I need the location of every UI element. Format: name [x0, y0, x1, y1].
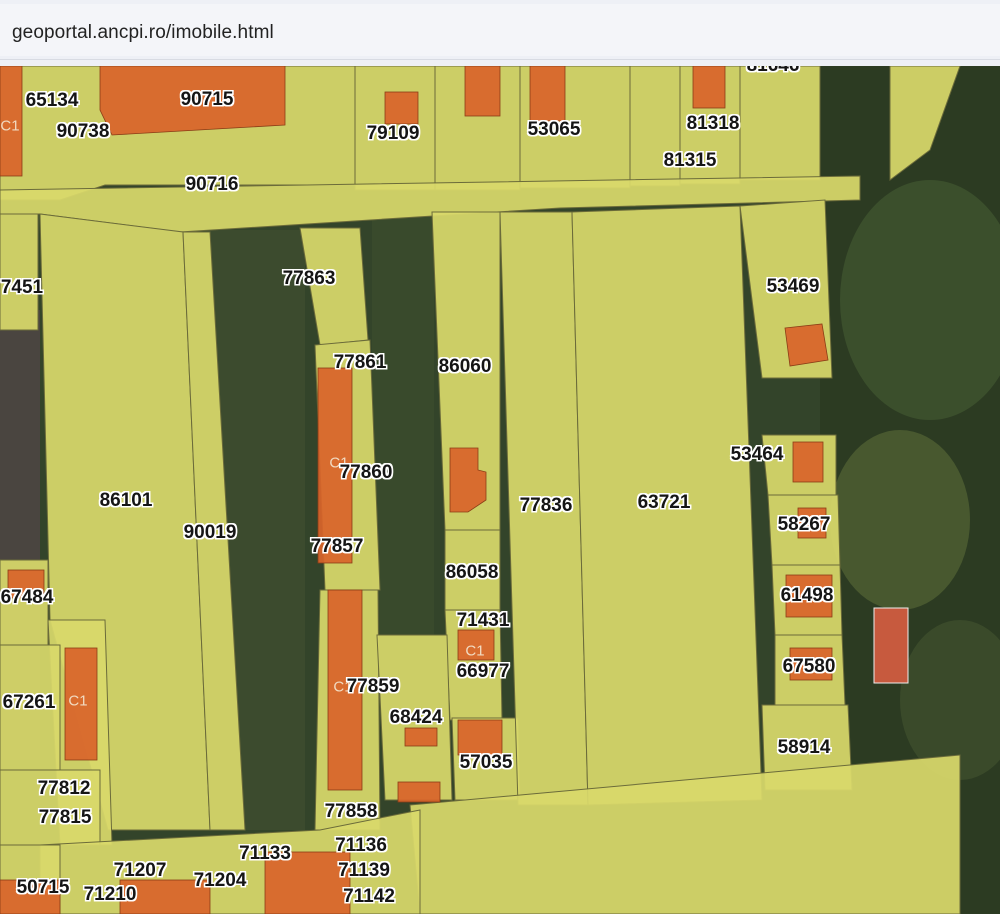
building-tag: C1 — [68, 692, 88, 710]
browser-address-bar: geoportal.ancpi.ro/imobile.html — [0, 0, 1000, 60]
parcel-label[interactable]: 81315 — [664, 150, 717, 172]
parcel-label[interactable]: 71431 — [457, 610, 510, 632]
parcel-label[interactable]: 71142 — [343, 886, 395, 908]
parcel-label[interactable]: 86058 — [446, 562, 499, 584]
parcel-label[interactable]: 86060 — [439, 356, 492, 378]
building-tag: C1 — [465, 642, 485, 660]
parcel-label[interactable]: 7451 — [1, 277, 43, 299]
parcel-label[interactable]: 67261 — [3, 692, 56, 714]
parcel-label[interactable]: 81646 — [747, 66, 800, 77]
parcel-label[interactable]: 86101 — [100, 490, 153, 512]
parcel-label[interactable]: 57035 — [460, 752, 513, 774]
parcel-label[interactable]: 77812 — [38, 778, 91, 800]
url-field[interactable]: geoportal.ancpi.ro/imobile.html — [0, 4, 1000, 56]
parcel-label[interactable]: 77863 — [283, 268, 336, 290]
parcel-label[interactable]: 53065 — [528, 119, 581, 141]
parcel-label[interactable]: 71133 — [239, 843, 291, 865]
parcel-label[interactable]: 58914 — [778, 737, 831, 759]
parcel-label[interactable]: 81318 — [687, 113, 740, 135]
parcel-label[interactable]: 79109 — [367, 123, 420, 145]
parcel-label[interactable]: 53464 — [731, 444, 784, 466]
parcel-label[interactable]: 90019 — [184, 522, 237, 544]
parcel-label[interactable]: 71136 — [335, 835, 387, 857]
parcel-label[interactable]: 50715 — [17, 877, 70, 899]
cadastral-map[interactable]: C1 C1 C1 C1 C1 65134 90715 90738 79109 5… — [0, 66, 1000, 914]
parcel-label[interactable]: 90738 — [57, 121, 110, 143]
parcel-label[interactable]: 90715 — [181, 89, 234, 111]
parcel-label[interactable]: 71210 — [84, 884, 137, 906]
parcel-label[interactable]: 77815 — [39, 807, 92, 829]
parcel-label[interactable]: 58267 — [778, 514, 831, 536]
parcel-label[interactable]: 67484 — [1, 587, 54, 609]
parcel-label[interactable]: 71204 — [194, 870, 247, 892]
parcel-label[interactable]: 77859 — [347, 676, 400, 698]
url-text: geoportal.ancpi.ro/imobile.html — [12, 22, 274, 43]
parcel-label[interactable]: 77860 — [340, 462, 393, 484]
parcel-label[interactable]: 71207 — [114, 860, 167, 882]
parcel-label[interactable]: 77836 — [520, 495, 573, 517]
parcel-label[interactable]: 77861 — [334, 352, 387, 374]
building-tag: C1 — [0, 117, 20, 135]
parcel-label[interactable]: 65134 — [26, 90, 79, 112]
parcel-label[interactable]: 77857 — [311, 536, 364, 558]
parcel-label[interactable]: 68424 — [390, 707, 443, 729]
parcel-label[interactable]: 67580 — [783, 656, 836, 678]
parcel-label[interactable]: 77858 — [325, 801, 378, 823]
parcel-label[interactable]: 66977 — [457, 661, 510, 683]
parcel-label[interactable]: 61498 — [781, 585, 834, 607]
parcel-label[interactable]: 90716 — [186, 174, 239, 196]
parcel-label[interactable]: 71139 — [338, 860, 390, 882]
parcel-label[interactable]: 63721 — [638, 492, 691, 514]
parcel-label[interactable]: 53469 — [767, 276, 820, 298]
